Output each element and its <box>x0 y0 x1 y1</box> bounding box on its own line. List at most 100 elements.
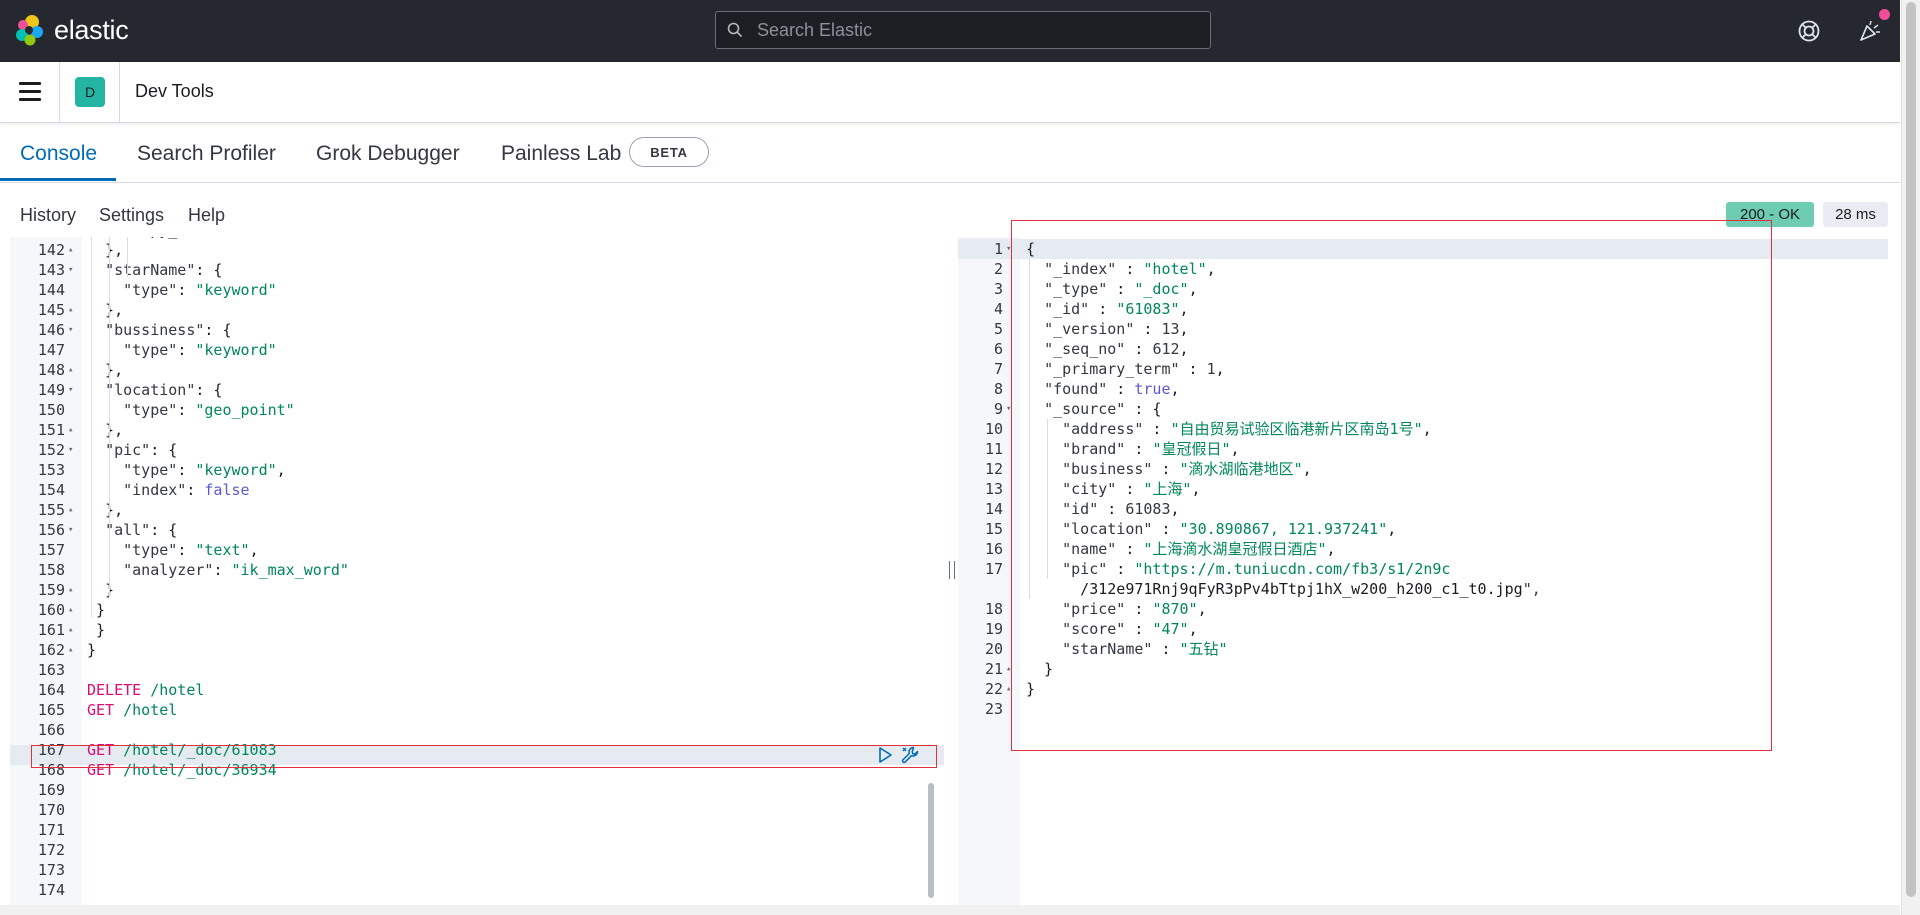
line-number: 150 <box>37 401 65 419</box>
line-text: "type": "keyword" <box>123 341 277 359</box>
line-number: 21 <box>984 660 1003 678</box>
code-line[interactable]: 163 <box>10 660 944 680</box>
header-divider <box>59 62 60 122</box>
tab-grok-debugger[interactable]: Grok Debugger <box>316 142 460 166</box>
code-line[interactable]: 162 ▴} <box>10 640 944 660</box>
line-number: 149 <box>37 381 65 399</box>
line-number: 169 <box>37 781 65 799</box>
global-search[interactable] <box>715 11 1211 49</box>
code-line[interactable]: 160 ▴ } <box>10 600 944 620</box>
code-line[interactable]: 170 <box>10 800 944 820</box>
tab-console[interactable]: Console <box>20 142 97 166</box>
code-line[interactable]: 157 "type": "text", <box>10 540 944 560</box>
code-line[interactable]: 158 "analyzer": "ik_max_word" <box>10 560 944 580</box>
fold-toggle-icon[interactable]: ▴ <box>68 240 73 260</box>
code-line[interactable]: 153 "type": "keyword", <box>10 460 944 480</box>
fold-toggle-icon[interactable]: ▾ <box>68 320 73 340</box>
code-line[interactable]: 156 ▾ "all": { <box>10 520 944 540</box>
fold-toggle-icon[interactable]: ▾ <box>68 260 73 280</box>
fold-toggle-icon[interactable]: ▴ <box>68 580 73 600</box>
news-feed-icon[interactable] <box>1858 19 1882 43</box>
code-line[interactable]: 169 <box>10 780 944 800</box>
page-scrollbar-thumb[interactable] <box>1906 2 1916 897</box>
code-line[interactable]: 173 <box>10 860 944 880</box>
fold-toggle-icon[interactable]: ▴ <box>68 600 73 620</box>
line-number: 10 <box>984 420 1003 438</box>
code-line[interactable]: 174 <box>10 880 944 900</box>
line-number: 2 <box>993 260 1003 278</box>
code-line[interactable]: 165 GET /hotel <box>10 700 944 720</box>
help-icon[interactable] <box>1797 19 1821 43</box>
settings-link[interactable]: Settings <box>99 205 164 226</box>
fold-toggle-icon[interactable]: ▾ <box>68 520 73 540</box>
page-scrollbar[interactable] <box>1901 0 1920 915</box>
tab-search-profiler[interactable]: Search Profiler <box>137 142 276 166</box>
line-number: 157 <box>37 541 65 559</box>
tab-painless-lab[interactable]: Painless Lab <box>501 142 621 166</box>
line-number: 17 <box>984 560 1003 578</box>
indent-guide <box>127 237 128 277</box>
line-number: 15 <box>984 520 1003 538</box>
menu-button[interactable] <box>19 82 41 101</box>
code-line[interactable]: 146 ▾ "bussiness": { <box>10 320 944 340</box>
active-tab-indicator <box>0 178 116 181</box>
fold-toggle-icon[interactable]: ▴ <box>68 640 73 660</box>
notification-dot <box>1879 9 1890 20</box>
fold-toggle-icon[interactable]: ▴ <box>68 300 73 320</box>
line-number: 18 <box>984 600 1003 618</box>
app-header: D Dev Tools <box>0 62 1900 123</box>
request-editor[interactable]: 141 "copy_to": "all"142▴ },143▾ "starNam… <box>10 237 944 905</box>
fold-toggle-icon[interactable]: ▴ <box>68 500 73 520</box>
code-line[interactable]: 154 "index": false <box>10 480 944 500</box>
line-number: 145 <box>37 301 65 319</box>
request-editor-scrollbar[interactable] <box>928 783 934 898</box>
fold-toggle-icon[interactable]: ▴ <box>68 420 73 440</box>
line-text: } <box>87 641 97 659</box>
fold-toggle-icon[interactable]: ▴ <box>68 360 73 380</box>
fold-toggle-icon[interactable]: ▾ <box>68 440 73 460</box>
fold-toggle-icon[interactable]: ▴ <box>68 620 73 640</box>
line-text: }, <box>87 421 124 439</box>
code-line[interactable]: 145 ▴ }, <box>10 300 944 320</box>
code-line[interactable]: 148 ▴ }, <box>10 360 944 380</box>
code-line[interactable]: 172 <box>10 840 944 860</box>
code-line[interactable]: 142 ▴ }, <box>10 240 944 260</box>
fold-toggle-icon[interactable]: ▾ <box>68 380 73 400</box>
code-line[interactable]: 171 <box>10 820 944 840</box>
annotation-box-response <box>1011 220 1772 751</box>
search-icon <box>727 22 743 38</box>
help-link[interactable]: Help <box>188 205 225 226</box>
code-line[interactable]: 161 ▴ } <box>10 620 944 640</box>
code-line[interactable]: 143 ▾ "starName": { <box>10 260 944 280</box>
app-badge[interactable]: D <box>75 77 105 107</box>
code-line[interactable]: 151 ▴ }, <box>10 420 944 440</box>
code-line[interactable]: 144 "type": "keyword" <box>10 280 944 300</box>
line-number: 19 <box>984 620 1003 638</box>
line-number: 6 <box>993 340 1003 358</box>
search-input[interactable] <box>755 18 1179 42</box>
line-number: 162 <box>37 641 65 659</box>
line-number: 163 <box>37 661 65 679</box>
line-number: 171 <box>37 821 65 839</box>
code-line[interactable]: 166 <box>10 720 944 740</box>
pane-resizer[interactable] <box>944 237 958 905</box>
line-text: }, <box>87 361 124 379</box>
resize-grip-icon <box>949 561 955 579</box>
code-line[interactable]: 147 "type": "keyword" <box>10 340 944 360</box>
line-number: 147 <box>37 341 65 359</box>
play-icon[interactable] <box>877 746 893 764</box>
line-number: 173 <box>37 861 65 879</box>
code-line[interactable]: 152 ▾ "pic": { <box>10 440 944 460</box>
code-line[interactable]: 164 DELETE /hotel <box>10 680 944 700</box>
elastic-logo-icon <box>16 15 43 46</box>
code-line[interactable]: 155 ▴ }, <box>10 500 944 520</box>
wrench-icon[interactable] <box>900 745 920 765</box>
line-number: 9 <box>993 400 1003 418</box>
code-line[interactable]: 159 ▴ } <box>10 580 944 600</box>
code-line[interactable]: 150 "type": "geo_point" <box>10 400 944 420</box>
line-number: 143 <box>37 261 65 279</box>
code-line[interactable]: 149 ▾ "location": { <box>10 380 944 400</box>
elastic-logo[interactable]: elastic <box>14 14 129 46</box>
history-link[interactable]: History <box>20 205 76 226</box>
line-number: 174 <box>37 881 65 899</box>
